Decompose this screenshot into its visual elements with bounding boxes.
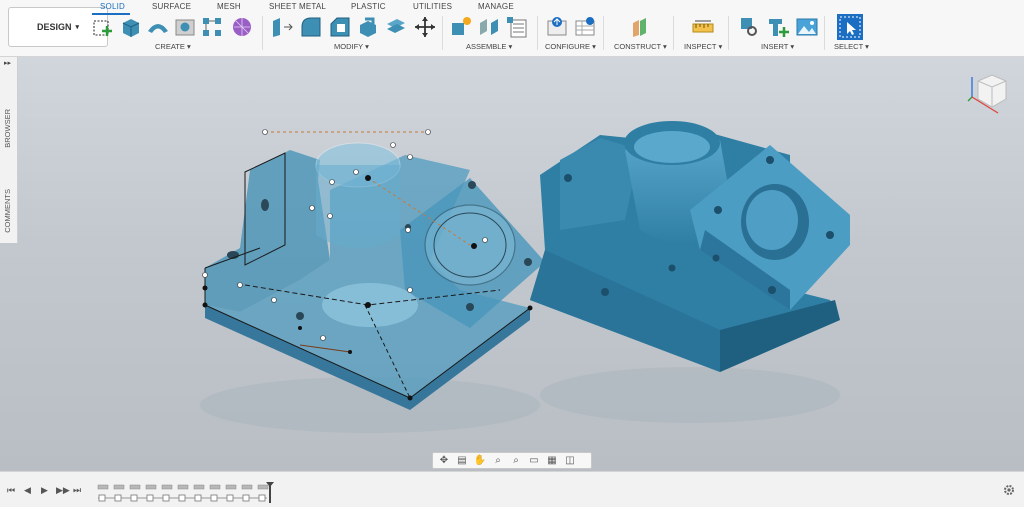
toolbar-separator (537, 16, 538, 50)
press-pull-icon[interactable] (270, 15, 294, 39)
create-sketch-icon[interactable] (92, 15, 116, 39)
tab-manage[interactable]: MANAGE (478, 2, 514, 11)
insert-group-label[interactable]: INSERT ▾ (761, 42, 794, 51)
assemble-group-label[interactable]: ASSEMBLE ▾ (466, 42, 512, 51)
revolve-icon[interactable] (146, 15, 170, 39)
new-component-icon[interactable] (449, 15, 473, 39)
play-button[interactable]: ▶ (41, 485, 48, 496)
browser-tab[interactable]: BROWSER (3, 109, 12, 148)
insert-canvas-icon[interactable] (795, 15, 819, 39)
select-group-label[interactable]: SELECT ▾ (834, 42, 869, 51)
move-icon[interactable] (413, 15, 437, 39)
chamfer-icon[interactable] (328, 15, 352, 39)
comments-tab[interactable]: COMMENTS (3, 189, 12, 233)
go-to-start-button[interactable]: ⏮ (7, 485, 15, 496)
change-parameters-icon[interactable] (545, 15, 569, 39)
toolbar-separator (442, 16, 443, 50)
joint-origin-icon[interactable] (505, 15, 529, 39)
select-icon[interactable] (837, 14, 863, 40)
chevron-down-icon: ▾ (75, 24, 80, 31)
tab-utilities[interactable]: UTILITIES (413, 2, 452, 11)
tab-surface[interactable]: SURFACE (152, 2, 191, 11)
orbit-icon[interactable]: ✥ (436, 454, 452, 467)
modify-group-label[interactable]: MODIFY ▾ (334, 42, 369, 51)
gear-icon[interactable] (1003, 484, 1015, 496)
fit-zoom-icon[interactable]: ⌕ (508, 454, 524, 467)
right-part-body[interactable] (530, 121, 850, 372)
toolbar-separator (262, 16, 263, 50)
tab-plastic[interactable]: PLASTIC (351, 2, 386, 11)
form-icon[interactable] (229, 15, 253, 39)
toolbar-separator (673, 16, 674, 50)
workspace-label: DESIGN (36, 22, 72, 32)
tab-mesh[interactable]: MESH (217, 2, 241, 11)
offset-plane-icon[interactable] (628, 15, 652, 39)
create-group-label[interactable]: CREATE ▾ (155, 42, 191, 51)
inspect-group-label[interactable]: INSPECT ▾ (684, 42, 722, 51)
combine-icon[interactable] (384, 15, 408, 39)
tab-solid[interactable]: SOLID (100, 2, 125, 11)
viewcube[interactable] (966, 67, 1012, 119)
display-settings-icon[interactable]: ▭ (526, 454, 542, 467)
timeline-features[interactable] (95, 482, 280, 504)
toolbar: DESIGN ▾ SOLID SURFACE MESH SHEET METAL … (0, 0, 1024, 57)
tab-sheet-metal[interactable]: SHEET METAL (269, 2, 326, 11)
expand-panel-icon[interactable]: ▸▸ (4, 59, 11, 67)
step-back-button[interactable]: ◀ (24, 485, 31, 496)
toolbar-separator (603, 16, 604, 50)
construct-group-label[interactable]: CONSTRUCT ▾ (614, 42, 667, 51)
toolbar-separator (824, 16, 825, 50)
look-at-icon[interactable]: ▤ (454, 454, 470, 467)
extrude-icon[interactable] (119, 15, 143, 39)
fillet-icon[interactable] (299, 15, 323, 39)
model-scene[interactable] (0, 57, 1024, 471)
step-forward-button[interactable]: ▶▶ (56, 485, 70, 496)
insert-derive-icon[interactable] (738, 15, 762, 39)
joint-icon[interactable] (477, 15, 501, 39)
floor-reflection (540, 367, 840, 423)
toolbar-separator (728, 16, 729, 50)
navigation-bar: ✥ ▤ ✋ ⌕ ⌕ ▭ ▦ ◫ (432, 452, 592, 469)
grid-settings-icon[interactable]: ▦ (544, 454, 560, 467)
side-panel: ▸▸ BROWSER COMMENTS (0, 57, 18, 243)
configure-group-label[interactable]: CONFIGURE ▾ (545, 42, 596, 51)
timeline: ⏮ ◀ ▶ ▶▶ ⏭ (0, 471, 1024, 507)
measure-icon[interactable] (691, 15, 715, 39)
viewports-icon[interactable]: ◫ (562, 454, 578, 467)
pan-icon[interactable]: ✋ (472, 454, 488, 467)
shell-icon[interactable] (356, 15, 380, 39)
insert-mcmaster-icon[interactable] (766, 15, 790, 39)
configuration-table-icon[interactable] (573, 15, 597, 39)
hole-icon[interactable] (173, 15, 197, 39)
go-to-end-button[interactable]: ⏭ (73, 485, 81, 496)
canvas-viewport[interactable] (0, 57, 1024, 471)
zoom-icon[interactable]: ⌕ (490, 454, 506, 467)
pattern-icon[interactable] (200, 15, 224, 39)
